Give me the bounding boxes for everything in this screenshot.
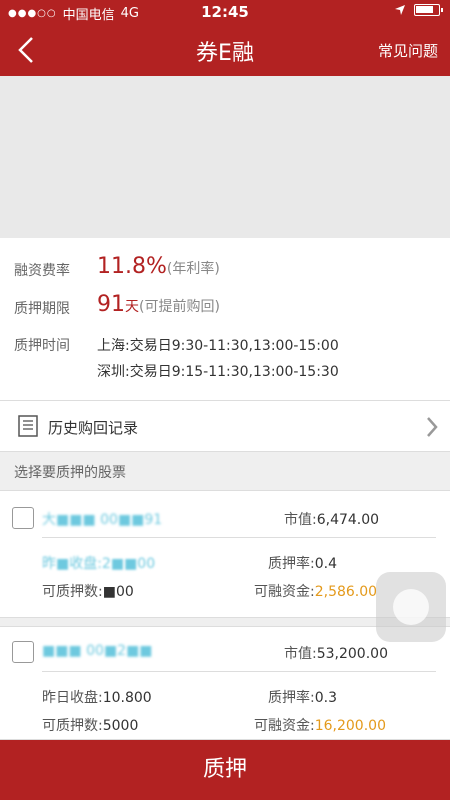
status-time: 12:45 bbox=[201, 3, 249, 21]
assistive-touch-icon bbox=[393, 589, 429, 625]
time-label: 质押时间 bbox=[14, 338, 70, 354]
stock-checkbox[interactable] bbox=[12, 507, 34, 529]
stock-name: ■■■ 00■2■■ bbox=[42, 643, 153, 659]
divider bbox=[42, 537, 436, 538]
pledgeable-qty: 可质押数:5000 bbox=[42, 718, 139, 734]
status-bar: ●●●○○ 中国电信 4G 12:45 bbox=[0, 0, 450, 24]
term-value-group: 91天(可提前购回) bbox=[97, 292, 220, 317]
time-shanghai: 上海:交易日9:30-11:30,13:00-15:00 bbox=[97, 338, 339, 354]
document-icon bbox=[18, 415, 38, 437]
nav-bar: 券E融 常见问题 bbox=[0, 24, 450, 76]
financing-amount: 可融资金:2,586.00 bbox=[254, 584, 378, 600]
rate-label: 融资费率 bbox=[14, 263, 70, 279]
section-heading: 选择要质押的股票 bbox=[14, 465, 126, 481]
history-label: 历史购回记录 bbox=[48, 419, 139, 437]
product-info: 融资费率 11.8%(年利率) 质押期限 91天(可提前购回) 质押时间 上海:… bbox=[0, 238, 450, 400]
battery-icon bbox=[414, 4, 443, 16]
market-value: 市值:6,474.00 bbox=[284, 512, 380, 528]
term-note: (可提前购回) bbox=[139, 299, 220, 315]
prev-close: 昨■收盘:2■■00 bbox=[42, 556, 156, 572]
faq-link[interactable]: 常见问题 bbox=[378, 40, 438, 61]
term-label: 质押期限 bbox=[14, 301, 70, 317]
pledge-rate: 质押率:0.4 bbox=[268, 556, 337, 572]
banner-area bbox=[0, 76, 450, 238]
pledge-rate: 质押率:0.3 bbox=[268, 690, 337, 706]
chevron-right-icon bbox=[427, 417, 438, 437]
financing-amount: 可融资金:16,200.00 bbox=[254, 718, 386, 734]
prev-close: 昨日收盘:10.800 bbox=[42, 690, 152, 706]
rate-value: 11.8% bbox=[97, 254, 167, 279]
assistive-touch-button[interactable] bbox=[376, 572, 446, 642]
term-unit: 天 bbox=[125, 299, 139, 315]
market-value: 市值:53,200.00 bbox=[284, 646, 388, 662]
time-shenzhen: 深圳:交易日9:15-11:30,13:00-15:30 bbox=[97, 364, 339, 380]
rate-value-group: 11.8%(年利率) bbox=[97, 254, 220, 279]
stock-card: ■■■ 00■2■■ 市值:53,200.00 昨日收盘:10.800 质押率:… bbox=[0, 626, 450, 740]
pledge-button[interactable]: 质押 bbox=[0, 740, 450, 800]
location-arrow-icon bbox=[395, 5, 405, 15]
stock-name: 大■■■ 00■■91 bbox=[42, 512, 163, 528]
history-row[interactable]: 历史购回记录 bbox=[0, 400, 450, 452]
pledgeable-qty: 可质押数:■00 bbox=[42, 584, 134, 600]
divider bbox=[42, 671, 436, 672]
term-value: 91 bbox=[97, 292, 125, 317]
rate-note: (年利率) bbox=[166, 261, 220, 277]
stock-checkbox[interactable] bbox=[12, 641, 34, 663]
